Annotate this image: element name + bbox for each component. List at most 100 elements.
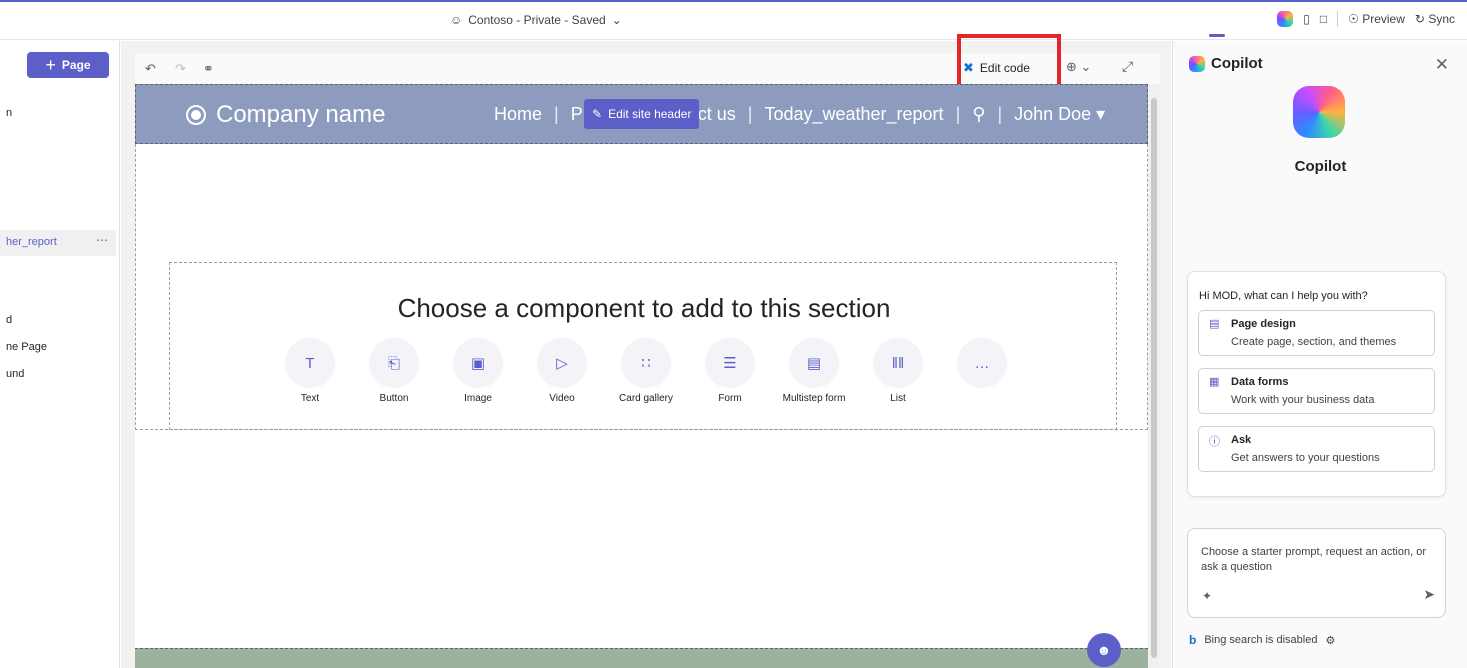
edit-site-header-button[interactable]: ✎ Edit site header [584, 99, 700, 129]
component-button[interactable]: ⎗ Button [368, 338, 420, 404]
copilot-greeting: Hi MOD, what can I help you with? [1199, 290, 1368, 302]
card-gallery-icon: ∷ [621, 338, 671, 388]
pages-panel: + Page n her_report ⋯ d ne Page und [0, 41, 120, 668]
people-icon: ☺ [450, 13, 463, 27]
copilot-suggestions-card: Hi MOD, what can I help you with? ▤ Page… [1187, 271, 1446, 497]
nav-pages[interactable]: P [571, 104, 583, 125]
component-list[interactable]: ‖‖ List [872, 338, 924, 404]
zoom-icon: ⊕ [1066, 59, 1077, 74]
component-label: Image [464, 393, 492, 404]
component-label: Video [549, 393, 575, 404]
page-item[interactable]: und [6, 368, 24, 380]
component-form[interactable]: ☰ Form [704, 338, 756, 404]
company-name: Company name [216, 101, 386, 128]
copilot-icon[interactable] [1277, 11, 1294, 27]
top-actions: ▯ □ ☉ Preview ↻ Sync [1277, 11, 1455, 27]
copilot-header-title: Copilot [1211, 55, 1263, 72]
copilot-name: Copilot [1294, 158, 1347, 175]
copilot-icon [1189, 55, 1205, 72]
nav-divider: | [554, 104, 559, 124]
component-label: Button [379, 393, 409, 404]
chevron-down-icon: ⌄ [1080, 59, 1092, 74]
plus-icon: + [45, 55, 56, 75]
close-icon[interactable]: ✕ [1435, 55, 1449, 75]
top-bar: ☺ Contoso - Private - Saved ⌄ ▯ □ ☉ Prev… [0, 0, 1467, 40]
option-desc: Create page, section, and themes [1231, 336, 1397, 348]
option-data-forms[interactable]: ▦ Data forms Work with your business dat… [1198, 368, 1435, 414]
data-forms-icon: ▦ [1209, 376, 1220, 388]
panel-heading: n [6, 107, 13, 119]
add-page-button[interactable]: + Page [27, 52, 109, 78]
bing-status-text: Bing search is disabled [1204, 634, 1318, 646]
page-item-weather-report[interactable]: her_report ⋯ [0, 230, 116, 256]
copilot-panel: Copilot ✕ Copilot Hi MOD, what can I hel… [1172, 41, 1467, 668]
sync-label: Sync [1428, 12, 1455, 26]
site-status[interactable]: ☺ Contoso - Private - Saved ⌄ [450, 13, 622, 27]
user-menu[interactable]: John Doe ▾ [1014, 104, 1105, 125]
form-icon: ☰ [705, 338, 755, 388]
redo-icon[interactable]: ↷ [175, 61, 186, 77]
logo-icon [186, 105, 206, 125]
nav-weather-report[interactable]: Today_weather_report [764, 104, 943, 125]
more-options-icon[interactable]: ⋯ [96, 233, 108, 247]
sparkle-icon[interactable]: ✦ [1202, 589, 1212, 603]
search-icon[interactable]: ⚲ [972, 104, 985, 125]
preview-label: Preview [1362, 12, 1405, 26]
page-item[interactable]: ne Page [6, 341, 47, 353]
sync-icon: ↻ [1414, 12, 1425, 26]
copilot-header: Copilot [1189, 55, 1263, 72]
send-icon[interactable]: ➤ [1423, 586, 1435, 603]
site-status-text: Contoso - Private - Saved [468, 13, 606, 27]
zoom-button[interactable]: ⊕ ⌄ [1066, 59, 1091, 75]
bot-icon[interactable]: ☻ [1087, 633, 1121, 667]
component-more[interactable]: … [956, 338, 1008, 404]
component-label: List [890, 393, 906, 404]
scrollbar-thumb[interactable] [1151, 98, 1157, 658]
nav-divider: | [997, 104, 1003, 124]
component-label: Card gallery [619, 393, 673, 404]
page-item[interactable]: d [6, 314, 12, 326]
nav-divider: | [747, 104, 753, 124]
chevron-down-icon: ⌄ [611, 13, 622, 27]
page-item-label: her_report [6, 236, 57, 248]
link-icon[interactable]: ⚭ [203, 61, 214, 77]
more-icon: … [957, 338, 1007, 388]
eye-icon: ☉ [1348, 12, 1359, 26]
add-page-label: Page [61, 58, 91, 72]
nav-home[interactable]: Home [494, 104, 542, 125]
component-text[interactable]: T Text [284, 338, 336, 404]
undo-icon[interactable]: ↶ [145, 61, 156, 77]
pencil-icon: ✎ [592, 107, 603, 121]
option-title: Page design [1231, 318, 1296, 330]
copilot-chat-input[interactable]: Choose a starter prompt, request an acti… [1187, 528, 1446, 618]
component-label: Form [718, 393, 742, 404]
option-title: Ask [1231, 434, 1252, 446]
site-footer[interactable] [135, 648, 1148, 668]
chat-input-placeholder: Choose a starter prompt, request an acti… [1201, 546, 1427, 573]
preview-button[interactable]: ☉ Preview [1348, 12, 1405, 26]
page-design-icon: ▤ [1209, 318, 1220, 330]
component-list: T Text ⎗ Button ▣ Image ▷ Video ∷ Card galler… [284, 338, 1008, 404]
option-desc: Work with your business data [1231, 394, 1375, 406]
component-video[interactable]: ▷ Video [536, 338, 588, 404]
option-desc: Get answers to your questions [1231, 452, 1380, 464]
option-page-design[interactable]: ▤ Page design Create page, section, and … [1198, 310, 1435, 356]
phone-icon[interactable]: ▯ [1303, 12, 1310, 26]
active-tab-indicator [1209, 34, 1225, 37]
sync-button[interactable]: ↻ Sync [1415, 12, 1455, 26]
text-icon: T [285, 338, 335, 388]
canvas-scrollbar[interactable] [1149, 84, 1159, 668]
component-card-gallery[interactable]: ∷ Card gallery [619, 338, 673, 404]
site-logo: Company name [186, 101, 385, 129]
bing-icon: b [1189, 633, 1197, 647]
component-label: Multistep form [782, 393, 846, 404]
option-ask[interactable]: ⓘ Ask Get answers to your questions [1198, 426, 1435, 472]
site-header[interactable]: Company name Home | P tact us | Today_we… [135, 84, 1148, 144]
settings-icon[interactable]: ⚙ [1325, 634, 1335, 647]
component-multistep-form[interactable]: ▤ Multistep form [783, 338, 845, 404]
expand-icon[interactable]: ⤢ [1122, 58, 1133, 75]
component-image[interactable]: ▣ Image [452, 338, 504, 404]
page-section[interactable]: Choose a component to add to this sectio… [135, 144, 1148, 430]
comment-icon[interactable]: □ [1320, 12, 1327, 26]
video-icon: ▷ [537, 338, 587, 388]
